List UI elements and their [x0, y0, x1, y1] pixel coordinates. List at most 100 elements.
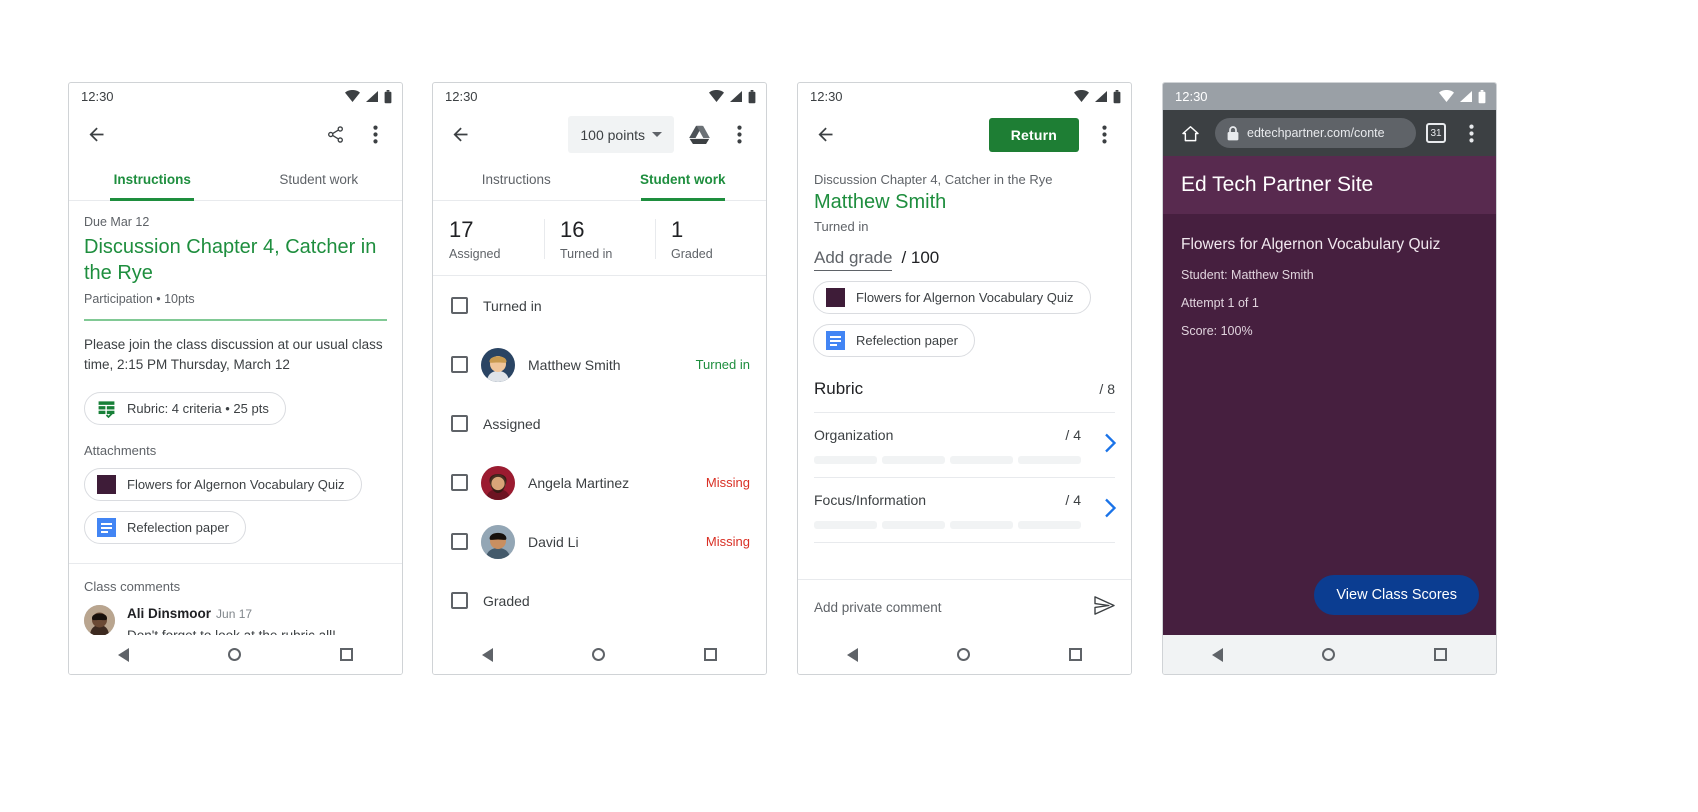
- instructions-body: Due Mar 12 Discussion Chapter 4, Catcher…: [69, 201, 402, 635]
- back-button[interactable]: [81, 120, 111, 150]
- nav-home-icon[interactable]: [591, 648, 605, 661]
- points-dropdown[interactable]: 100 points: [568, 116, 674, 153]
- more-vert-icon: [736, 125, 742, 144]
- nav-recents-icon[interactable]: [1433, 648, 1447, 661]
- status-badge: Turned in: [695, 357, 750, 372]
- signal-icon: [366, 91, 378, 102]
- attachment-row-quiz: Flowers for Algernon Vocabulary Quiz: [69, 458, 402, 501]
- wifi-icon: [345, 90, 360, 102]
- checkbox[interactable]: [451, 533, 468, 550]
- attachment-label-doc: Refelection paper: [127, 520, 229, 535]
- class-comments-label: Class comments: [84, 579, 181, 594]
- tab-instructions[interactable]: Instructions: [433, 159, 600, 200]
- tab-student-work[interactable]: Student work: [236, 159, 403, 200]
- list-item-group-turned-in[interactable]: Turned in: [433, 276, 766, 335]
- back-button[interactable]: [810, 120, 840, 150]
- nav-back-icon[interactable]: [1212, 647, 1224, 662]
- chevron-right-icon[interactable]: [1104, 498, 1117, 523]
- tab-counter[interactable]: 31: [1426, 123, 1446, 143]
- nav-recents-icon[interactable]: [1068, 648, 1082, 661]
- student-name: Matthew Smith: [814, 191, 947, 213]
- status-badge: Missing: [705, 475, 750, 490]
- rubric-chip[interactable]: Rubric: 4 criteria • 25 pts: [84, 392, 286, 425]
- attachment-chip-doc[interactable]: Refelection paper: [84, 511, 246, 544]
- nav-recents-icon[interactable]: [339, 648, 353, 661]
- grade-input[interactable]: Add grade: [814, 248, 893, 271]
- status-bar-time: 12:30: [445, 89, 478, 104]
- home-button[interactable]: [1175, 118, 1205, 148]
- checkbox[interactable]: [451, 297, 468, 314]
- return-button[interactable]: Return: [988, 117, 1079, 152]
- attachments-label: Attachments: [84, 443, 157, 458]
- nav-home-icon[interactable]: [956, 648, 970, 661]
- criterion-top: Organization / 4: [814, 427, 1115, 443]
- nav-back-icon[interactable]: [482, 647, 494, 662]
- list-item-group-assigned[interactable]: Assigned: [433, 394, 766, 453]
- attachment-chip-quiz[interactable]: Flowers for Algernon Vocabulary Quiz: [813, 281, 1091, 314]
- android-nav-bar: [1163, 635, 1496, 674]
- arrow-back-icon: [89, 127, 103, 142]
- url-text: edtechpartner.com/conte: [1247, 126, 1385, 140]
- table-row[interactable]: David Li Missing: [433, 512, 766, 571]
- grading-body: Discussion Chapter 4, Catcher in the Rye…: [798, 159, 1131, 635]
- group-label: Graded: [483, 592, 530, 609]
- status-bar-icons: [1074, 89, 1121, 104]
- attachment-chip-quiz[interactable]: Flowers for Algernon Vocabulary Quiz: [84, 468, 362, 501]
- share-icon: [327, 126, 343, 143]
- avatar-image: [84, 605, 115, 635]
- tab-student-work[interactable]: Student work: [600, 159, 767, 200]
- checkbox[interactable]: [451, 592, 468, 609]
- drive-button[interactable]: [684, 120, 714, 150]
- private-comment-input[interactable]: Add private comment: [814, 600, 942, 615]
- overflow-menu-button[interactable]: [724, 120, 754, 150]
- back-button[interactable]: [445, 120, 475, 150]
- nav-back-icon[interactable]: [847, 647, 859, 662]
- list-item-group-graded[interactable]: Graded: [433, 571, 766, 630]
- table-row[interactable]: Matthew Smith Turned in: [433, 335, 766, 394]
- signal-icon: [730, 91, 742, 102]
- rubric-criterion-focus-information[interactable]: Focus/Information / 4: [798, 478, 1131, 529]
- view-class-scores-button[interactable]: View Class Scores: [1314, 575, 1479, 615]
- wifi-icon: [709, 90, 724, 102]
- url-bar[interactable]: edtechpartner.com/conte: [1215, 118, 1416, 148]
- chevron-down-icon: [652, 132, 662, 137]
- overflow-menu-button[interactable]: [360, 120, 390, 150]
- checkbox[interactable]: [451, 415, 468, 432]
- assignment-name: Discussion Chapter 4, Catcher in the Rye: [814, 172, 1053, 187]
- nav-home-icon[interactable]: [1321, 648, 1335, 661]
- checkbox[interactable]: [451, 356, 468, 373]
- comment-content: Ali Dinsmoor Jun 17 Don't forget to look …: [127, 605, 336, 635]
- battery-icon: [384, 89, 392, 103]
- browser-menu-button[interactable]: [1456, 118, 1486, 148]
- phone-mock-instructions: 12:30 Instructions Student work Due Mar …: [68, 82, 403, 675]
- send-button[interactable]: [1094, 595, 1115, 620]
- student-name: Matthew Smith: [528, 356, 621, 373]
- share-button[interactable]: [320, 120, 350, 150]
- table-row[interactable]: Angela Martinez Missing: [433, 453, 766, 512]
- stat-graded-label: Graded: [671, 247, 713, 261]
- avatar-image: [481, 524, 515, 559]
- attachment-label-quiz: Flowers for Algernon Vocabulary Quiz: [127, 477, 345, 492]
- overflow-menu-button[interactable]: [1089, 120, 1119, 150]
- stat-turned-in-number: 16: [560, 217, 585, 242]
- nav-back-icon[interactable]: [118, 647, 130, 662]
- comment-head: Ali Dinsmoor Jun 17: [127, 605, 336, 623]
- rubric-criterion-organization[interactable]: Organization / 4: [798, 413, 1131, 464]
- tab-instructions[interactable]: Instructions: [69, 159, 236, 200]
- criterion-levels: [814, 456, 1115, 464]
- app-bar: Return: [798, 110, 1131, 159]
- site-title: Ed Tech Partner Site: [1163, 156, 1496, 214]
- nav-recents-icon[interactable]: [703, 648, 717, 661]
- nav-home-icon[interactable]: [227, 648, 241, 661]
- attachment-chip-doc[interactable]: Refelection paper: [813, 324, 975, 357]
- rubric-divider: [814, 542, 1115, 543]
- rubric-total-points: / 8: [1099, 381, 1115, 397]
- stat-graded: 1 Graded: [655, 217, 766, 261]
- web-page-content: Ed Tech Partner Site Flowers for Algerno…: [1163, 156, 1496, 635]
- chevron-right-icon[interactable]: [1104, 433, 1117, 458]
- checkbox[interactable]: [451, 474, 468, 491]
- grade-entry-row: Add grade / 100: [814, 248, 1115, 271]
- criterion-top: Focus/Information / 4: [814, 492, 1115, 508]
- group-label: Turned in: [483, 297, 542, 314]
- purple-swatch-icon: [97, 475, 116, 494]
